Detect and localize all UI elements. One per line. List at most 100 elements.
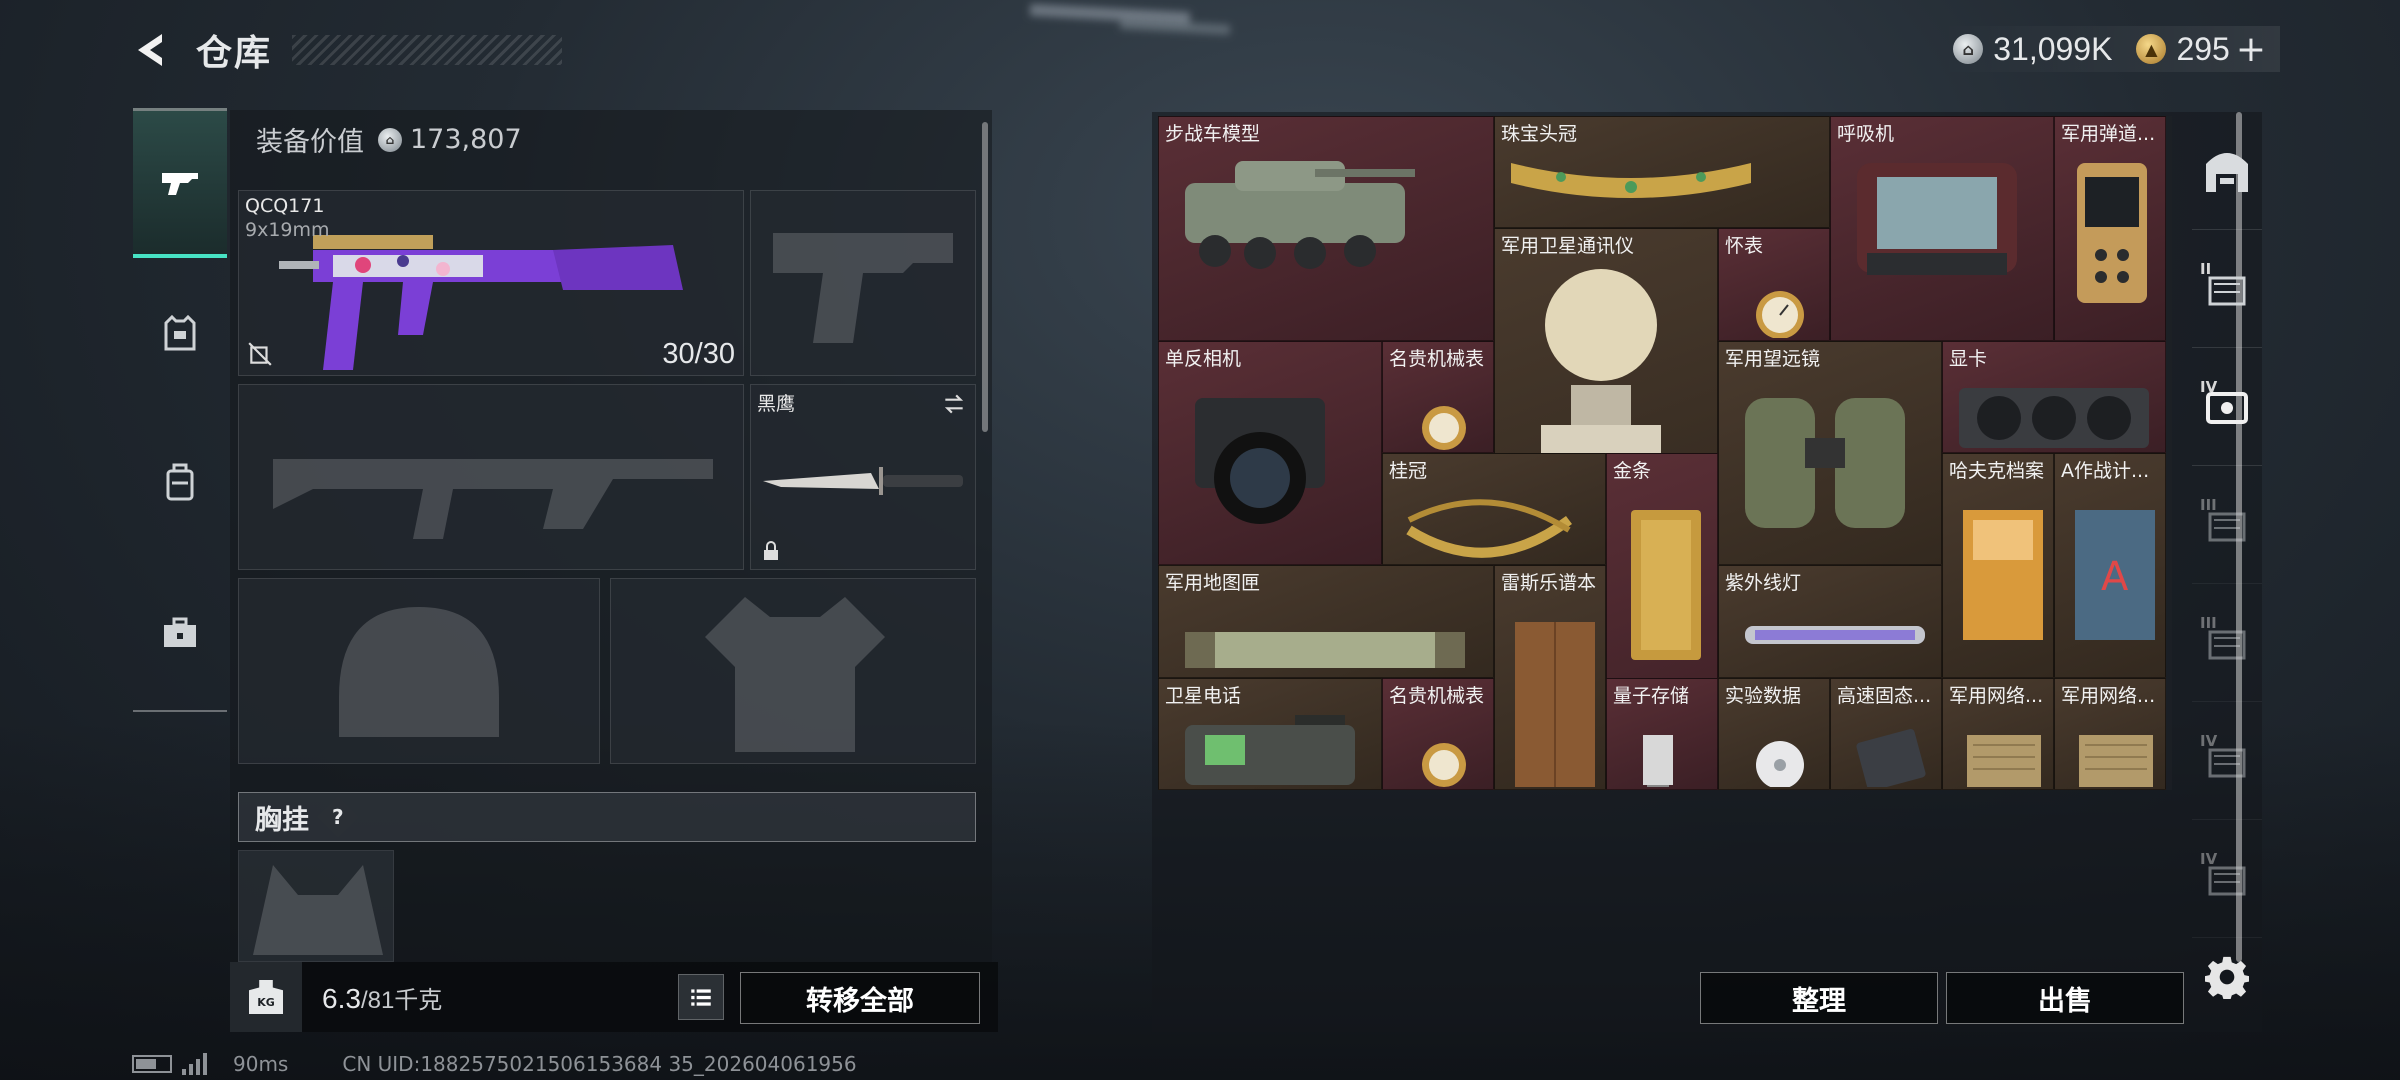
dslr-item-image: [1195, 398, 1325, 524]
knife-image: [763, 467, 963, 495]
sort-button[interactable]: 整理: [1700, 972, 1938, 1024]
chest-rig-header: 胸挂 ?: [238, 792, 976, 842]
stash-item-rasmus-notebook[interactable]: 雷斯乐谱本: [1494, 565, 1606, 790]
item-name: 紫外线灯: [1725, 572, 1802, 594]
chest-rig-slot[interactable]: [238, 850, 394, 962]
laurel-item-image: [1406, 499, 1572, 558]
respirator-item-image: [1857, 163, 2017, 275]
stash-item-mil-network-1[interactable]: 军用网络...: [1942, 678, 2054, 790]
toolbox-icon: [164, 617, 196, 647]
sidearm-slot[interactable]: [750, 190, 976, 376]
title-decoration: [292, 35, 563, 65]
item-name: 军用地图匣: [1165, 572, 1261, 594]
item-name: 怀表: [1725, 235, 1764, 257]
item-name: 珠宝头冠: [1501, 123, 1578, 145]
armor-vest-icon: [164, 314, 196, 351]
primary-weapon-ammo: 30/30: [662, 338, 735, 370]
stash-iv-b-tab[interactable]: IV: [2192, 702, 2262, 820]
stash-item-luxury-watch-2[interactable]: 名贵机械表: [1382, 678, 1494, 790]
tab-level: III: [2200, 614, 2217, 632]
pistol-silhouette-icon: [773, 233, 953, 343]
mil-network-1-item-image: [1967, 735, 2041, 787]
item-name: 呼吸机: [1837, 123, 1895, 145]
chest-rig-help-button[interactable]: ?: [316, 795, 360, 839]
equip-value-amount: 173,807: [410, 124, 522, 155]
helmet-slot[interactable]: [238, 578, 600, 764]
firearms-tab[interactable]: [133, 108, 227, 258]
item-name: 名贵机械表: [1389, 685, 1485, 707]
settings-button[interactable]: [2200, 950, 2254, 1004]
swap-icon[interactable]: [941, 391, 967, 417]
stash-item-map-tube[interactable]: 军用地图匣: [1158, 565, 1494, 678]
rifle-silhouette-icon: [273, 459, 713, 539]
pocket-watch-item-image: [1756, 291, 1804, 338]
back-arrow-icon: [138, 34, 162, 66]
loadout-scrollbar[interactable]: [982, 122, 988, 432]
stash-item-laurel[interactable]: 桂冠: [1382, 453, 1606, 565]
battery-icon: [132, 1055, 172, 1073]
sell-button[interactable]: 出售: [1946, 972, 2184, 1024]
stash-item-respirator[interactable]: 呼吸机: [1830, 116, 2054, 341]
stash-item-ssd[interactable]: 高速固态...: [1830, 678, 1942, 790]
stash-ii-tab[interactable]: II: [2192, 230, 2262, 348]
stash-item-gpu[interactable]: 显卡: [1942, 341, 2166, 453]
stash-tabs-rail: II IV III III IV IV: [2192, 112, 2262, 938]
stash-main-tab[interactable]: [2192, 112, 2262, 230]
svg-text:A: A: [2101, 554, 2129, 600]
stash-item-a-plan[interactable]: A作战计... A: [2054, 453, 2166, 678]
list-view-button[interactable]: [678, 974, 724, 1020]
stash-item-hafk-files[interactable]: 哈夫克档案: [1942, 453, 2054, 678]
primary-weapon-caliber: 9x19mm: [245, 219, 330, 241]
stash-grid: 步战车模型 珠宝头冠 呼吸机 军用弹道... 军用卫星通讯仪 怀表 单反相机 名贵机械表 军用望…: [1158, 116, 2172, 790]
item-name: A作战计...: [2061, 460, 2150, 482]
stash-item-lab-data[interactable]: 实验数据: [1718, 678, 1830, 790]
stash-item-sat-phone[interactable]: 卫星电话: [1158, 678, 1382, 790]
hafk-files-item-image: [1963, 510, 2043, 640]
item-name: 卫星电话: [1165, 685, 1242, 707]
warehouse-icon: [2206, 152, 2248, 192]
stash-item-dslr[interactable]: 单反相机: [1158, 341, 1382, 565]
sat-phone-item-image: [1185, 715, 1355, 785]
medkit-tab[interactable]: [133, 558, 227, 708]
signal-icon: [182, 1053, 207, 1075]
chest-rig-label: 胸挂: [255, 804, 309, 836]
stash-item-binoculars[interactable]: 军用望远镜: [1718, 341, 1942, 565]
weight-current: 6.3: [322, 982, 361, 1014]
stash-iii-b-tab[interactable]: III: [2192, 584, 2262, 702]
item-name: 军用望远镜: [1725, 348, 1821, 370]
container-tab[interactable]: [133, 408, 227, 558]
loadout-panel: 装备价值 ⌂ 173,807 QCQ171 9x19mm 30/30 黑鹰 胸挂…: [230, 110, 992, 962]
weight-max: /81千克: [360, 986, 443, 1014]
stash-iii-a-tab[interactable]: III: [2192, 466, 2262, 584]
luxury-watch-2-item-image: [1422, 743, 1466, 787]
stash-item-ifv-model[interactable]: 步战车模型: [1158, 116, 1494, 341]
equip-value-label: 装备价值: [256, 127, 364, 158]
secondary-weapon-slot[interactable]: [238, 384, 744, 570]
stash-item-quantum-storage[interactable]: 量子存储: [1606, 678, 1718, 790]
stash-item-luxury-watch-1[interactable]: 名贵机械表: [1382, 341, 1494, 453]
stash-iv-tab[interactable]: IV: [2192, 348, 2262, 466]
a-plan-item-image: A: [2075, 510, 2155, 640]
stash-iv-c-tab[interactable]: IV: [2192, 820, 2262, 938]
add-currency-button[interactable]: +: [2236, 29, 2266, 70]
weight-icon-box: KG: [230, 962, 302, 1032]
stash-item-pocket-watch[interactable]: 怀表: [1718, 228, 1830, 341]
primary-weapon-slot[interactable]: QCQ171 9x19mm 30/30: [238, 190, 744, 376]
gear-tab[interactable]: [133, 258, 227, 408]
pistol-icon: [162, 172, 198, 195]
mil-ballistic-item-image: [2077, 163, 2147, 303]
item-name: 军用网络...: [2061, 685, 2156, 707]
stash-item-mil-ballistic[interactable]: 军用弹道...: [2054, 116, 2166, 341]
back-button[interactable]: [130, 22, 174, 78]
tab-level: II: [2200, 260, 2212, 278]
silver-coin-icon: ⌂: [378, 127, 402, 152]
stash-item-uv-lamp[interactable]: 紫外线灯: [1718, 565, 1942, 678]
stash-item-mil-network-2[interactable]: 军用网络...: [2054, 678, 2166, 790]
transfer-all-button[interactable]: 转移全部: [740, 972, 980, 1024]
loadout-bottom-bar: KG 6.3/81千克 转移全部: [230, 962, 998, 1032]
melee-slot[interactable]: 黑鹰: [750, 384, 976, 570]
item-name: 步战车模型: [1165, 123, 1261, 145]
stash-item-jewel-crown[interactable]: 珠宝头冠: [1494, 116, 1830, 228]
armor-slot[interactable]: [610, 578, 976, 764]
silver-balance: 31,099K: [1993, 30, 2113, 67]
